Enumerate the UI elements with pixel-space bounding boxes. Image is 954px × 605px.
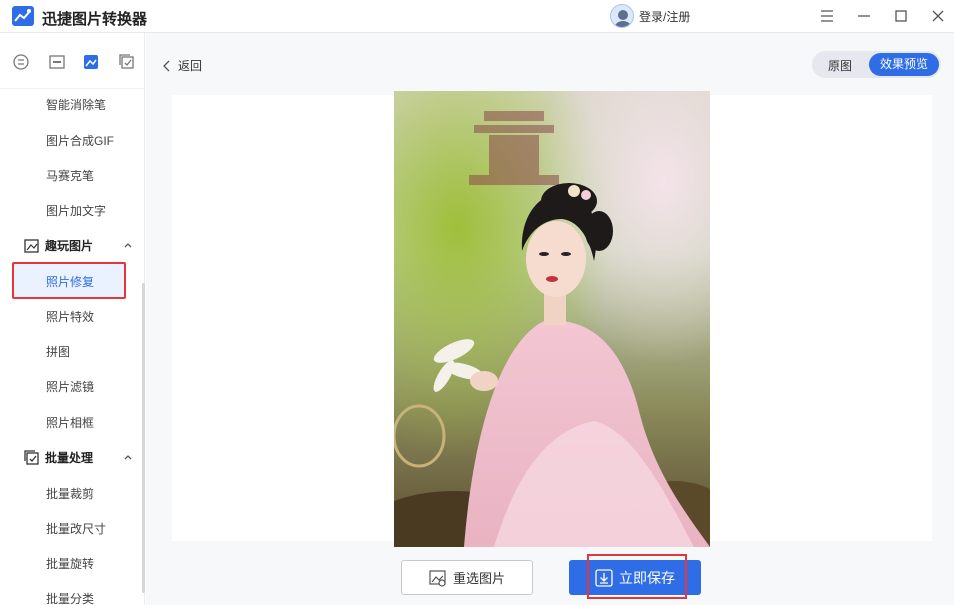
main-panel: 返回 原图 效果预览 重选图片 立即保存	[146, 33, 954, 605]
sidebar-tool-icons	[0, 33, 145, 89]
app-logo-icon	[12, 6, 34, 26]
login-text: 登录/注册	[639, 9, 691, 24]
sidebar-group-fun[interactable]: 趣玩图片	[24, 237, 93, 254]
back-label: 返回	[178, 59, 203, 73]
crop-icon[interactable]	[48, 53, 66, 71]
close-icon[interactable]	[927, 6, 949, 26]
image-icon[interactable]	[82, 53, 100, 71]
login-button[interactable]: 登录/注册	[610, 4, 690, 28]
menu-icon[interactable]	[816, 6, 838, 26]
sidebar-group-batch-label: 批量处理	[45, 451, 94, 465]
back-button[interactable]: 返回	[162, 57, 202, 74]
chevron-up-icon[interactable]	[123, 240, 133, 250]
fun-image-icon	[24, 238, 39, 253]
sidebar-item-batch-crop[interactable]: 批量裁剪	[46, 485, 94, 502]
toggle-effect-preview[interactable]: 效果预览	[869, 53, 939, 76]
chevron-up-icon[interactable]	[123, 452, 133, 462]
sidebar-group-batch[interactable]: 批量处理	[24, 449, 93, 466]
sidebar-item-mosaic[interactable]: 马赛克笔	[46, 167, 94, 184]
reselect-image-button[interactable]: 重选图片	[401, 560, 533, 595]
sidebar-item-filters[interactable]: 照片滤镜	[46, 378, 94, 395]
reselect-image-label: 重选图片	[452, 571, 505, 586]
sidebar-item-add-text[interactable]: 图片加文字	[46, 202, 106, 219]
sidebar-item-photo-repair[interactable]: 照片修复	[46, 273, 94, 290]
sidebar-item-photo-effects[interactable]: 照片特效	[46, 308, 94, 325]
preview-photo	[394, 91, 710, 547]
sidebar-item-batch-rotate[interactable]: 批量旋转	[46, 555, 94, 572]
convert-icon[interactable]	[12, 53, 30, 71]
toggle-original[interactable]: 原图	[828, 57, 852, 74]
title-bar: 迅捷图片转换器 登录/注册	[0, 0, 954, 33]
sidebar-item-batch-resize[interactable]: 批量改尺寸	[46, 520, 106, 537]
sidebar-item-collage[interactable]: 拼图	[46, 343, 70, 360]
sidebar-group-fun-label: 趣玩图片	[45, 239, 94, 253]
sidebar-item-smart-eraser[interactable]: 智能消除笔	[46, 96, 106, 113]
app-title: 迅捷图片转换器	[42, 11, 148, 28]
sidebar-item-gif[interactable]: 图片合成GIF	[46, 132, 114, 149]
batch-icon	[24, 449, 39, 465]
avatar	[610, 4, 634, 28]
image-reselect-icon	[429, 569, 446, 587]
minimize-icon[interactable]	[853, 6, 875, 26]
view-toggle: 原图 效果预览	[812, 51, 941, 78]
user-icon	[615, 10, 631, 27]
save-button-highlight	[587, 554, 687, 599]
sidebar-scrollbar[interactable]	[142, 283, 145, 593]
batch-check-icon[interactable]	[118, 53, 136, 71]
sidebar-item-batch-classify[interactable]: 批量分类	[46, 590, 94, 605]
maximize-icon[interactable]	[890, 6, 912, 26]
sidebar-item-frames[interactable]: 照片相框	[46, 414, 94, 431]
chevron-left-icon	[163, 60, 170, 71]
sidebar: 智能消除笔 图片合成GIF 马赛克笔 图片加文字 趣玩图片 照片修复 照片特效 …	[0, 33, 145, 605]
